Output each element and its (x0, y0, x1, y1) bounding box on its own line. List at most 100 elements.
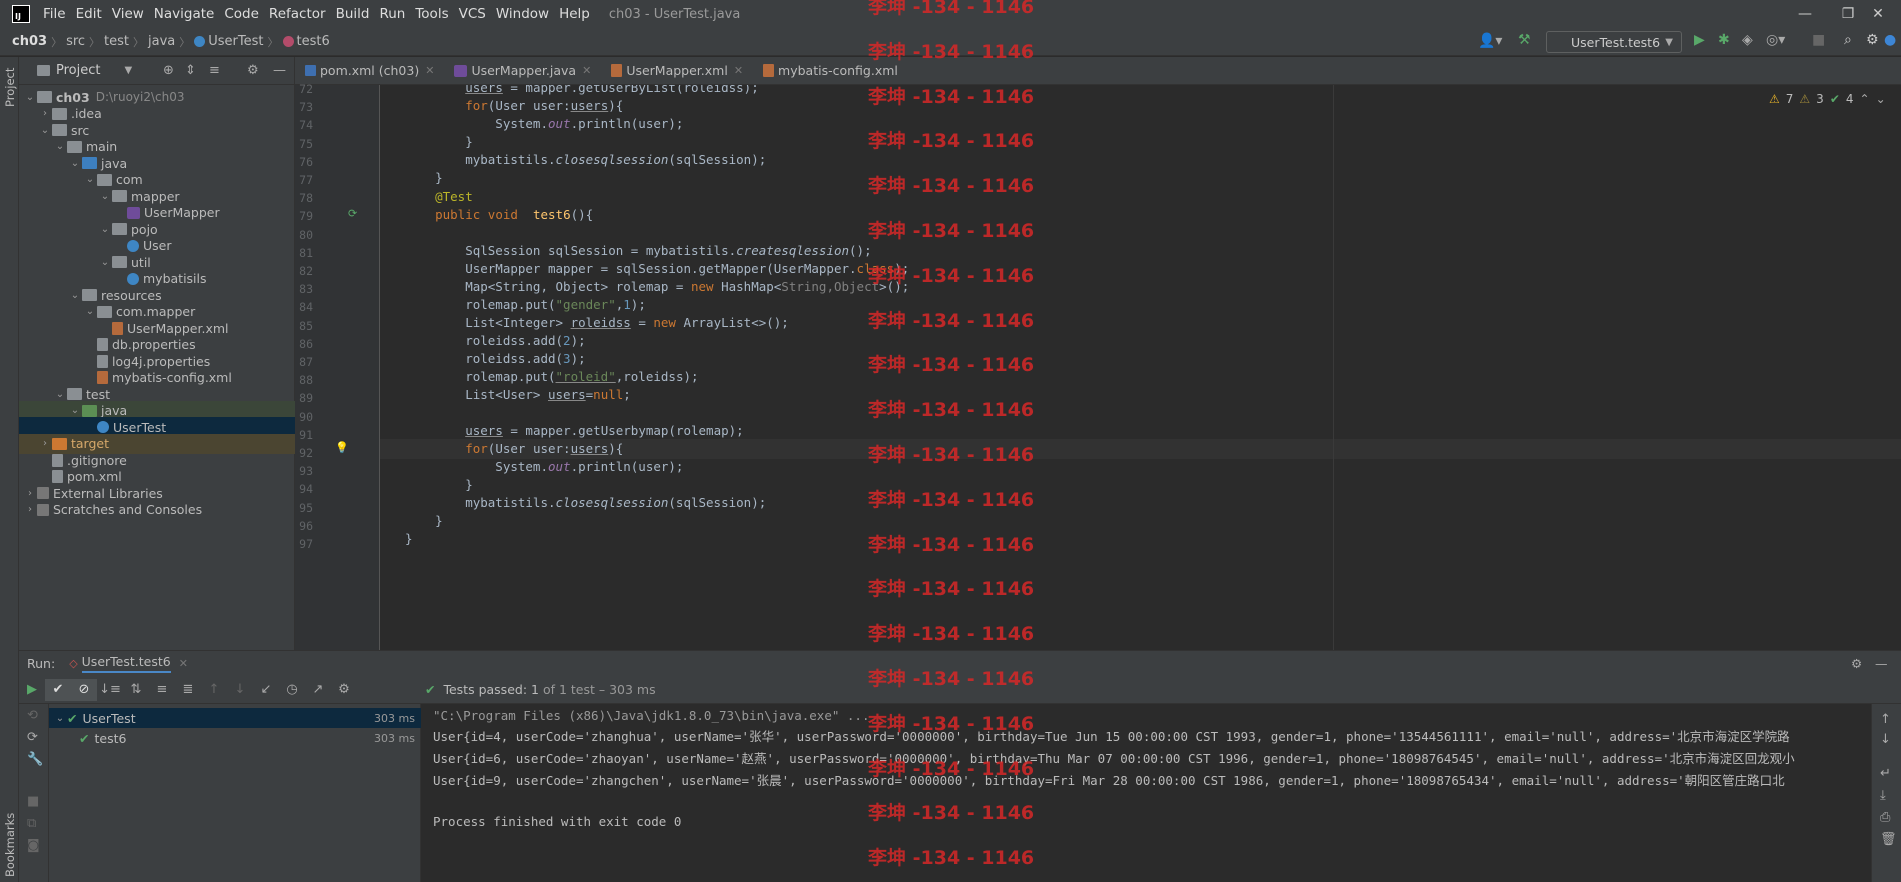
close-icon[interactable]: ✕ (1855, 0, 1901, 28)
show-ignored-icon[interactable]: ⊘ (71, 678, 97, 701)
chevron-down-icon[interactable]: ⌄ (98, 191, 112, 202)
run-icon[interactable]: ▶ (1694, 32, 1705, 48)
chevron-down-icon[interactable]: ⌄ (83, 306, 97, 317)
chevron-right-icon[interactable]: › (23, 488, 37, 499)
close-tab-icon[interactable]: ✕ (179, 657, 188, 670)
chevron-down-icon[interactable]: ⌄ (53, 389, 67, 400)
test-history-icon[interactable]: ◷ (279, 679, 305, 701)
chevron-down-icon[interactable]: ⌄ (23, 92, 37, 103)
close-tab-icon[interactable]: ✕ (734, 64, 743, 77)
menu-tools[interactable]: Tools (410, 6, 453, 22)
chevron-down-icon[interactable]: ⌄ (53, 713, 67, 724)
close-tab-icon[interactable]: ✕ (582, 64, 591, 77)
search-icon[interactable]: ⌕ (1844, 32, 1852, 48)
collapse-all-icon[interactable]: ≡ (209, 63, 220, 78)
rerun-icon[interactable]: ▶ (19, 679, 45, 701)
menu-build[interactable]: Build (331, 6, 375, 22)
menu-refactor[interactable]: Refactor (264, 6, 331, 22)
menu-window[interactable]: Window (491, 6, 554, 22)
stop-icon[interactable]: ■ (1812, 32, 1825, 48)
camera-icon[interactable]: ◙ (27, 838, 40, 853)
export-results-icon[interactable]: ↗ (305, 679, 331, 701)
import-tests-icon[interactable]: ↙ (253, 679, 279, 701)
bookmarks-tool-tab[interactable]: Bookmarks (3, 813, 17, 877)
settings-icon[interactable]: ⚙ (1866, 32, 1879, 48)
chevron-down-icon[interactable]: ⌄ (1876, 92, 1886, 106)
chevron-down-icon[interactable]: ⌄ (68, 405, 82, 416)
breadcrumb-test[interactable]: test (104, 34, 129, 49)
chevron-down-icon[interactable]: ⌄ (68, 290, 82, 301)
previous-failed-icon[interactable]: ↑ (201, 679, 227, 701)
gear-icon[interactable]: ⚙ (247, 63, 259, 78)
arrow-up-icon[interactable]: ↑ (1880, 712, 1891, 727)
breadcrumb-method[interactable]: test6 (297, 34, 330, 49)
tab-usermapper-java[interactable]: UserMapper.java ✕ (444, 57, 601, 85)
sort-duration-icon[interactable]: ⇅ (123, 679, 149, 701)
rerun-failed-icon[interactable]: ⟲ (27, 708, 38, 723)
menu-help[interactable]: Help (554, 6, 595, 22)
breadcrumb-class[interactable]: UserTest (208, 34, 263, 49)
stop-icon[interactable]: ■ (27, 794, 39, 809)
chevron-down-icon[interactable]: ⌄ (53, 141, 67, 152)
build-hammer-icon[interactable]: ⚒ (1518, 32, 1531, 48)
chevron-down-icon[interactable]: ⌄ (98, 224, 112, 235)
menu-file[interactable]: File (38, 6, 71, 22)
breadcrumb-java[interactable]: java (148, 34, 175, 49)
next-failed-icon[interactable]: ↓ (227, 679, 253, 701)
locate-icon[interactable]: ⊕ (163, 63, 174, 78)
run-configuration-select[interactable]: UserTest.test6 ▼ (1546, 31, 1682, 53)
chevron-right-icon[interactable]: › (38, 438, 52, 449)
chevron-down-icon[interactable]: ⌄ (38, 125, 52, 136)
code-editor[interactable]: users = mapper.getUserByList(roleidss); … (380, 85, 1901, 650)
trash-icon[interactable]: 🗑 (1880, 832, 1897, 847)
sort-alpha-icon[interactable]: ↓≡ (97, 679, 123, 701)
menu-navigate[interactable]: Navigate (149, 6, 220, 22)
run-tab[interactable]: UserTest.test6 (81, 654, 171, 673)
show-passed-icon[interactable]: ✔ (45, 678, 71, 701)
test-row-class[interactable]: ⌄ ✔ UserTest 303 ms (49, 708, 421, 728)
tree-item-scratches-and-consoles[interactable]: › Scratches and Consoles (19, 500, 295, 520)
dump-threads-icon[interactable]: ⧉ (27, 816, 36, 831)
collapse-all-icon[interactable]: ≣ (175, 679, 201, 701)
chevron-up-icon[interactable]: ⌃ (1860, 92, 1870, 106)
menu-run[interactable]: Run (374, 6, 410, 22)
hide-icon[interactable]: — (1875, 656, 1888, 671)
breadcrumb-src[interactable]: src (66, 34, 85, 49)
hide-icon[interactable]: — (273, 63, 286, 78)
test-row-method[interactable]: ✔ test6 303 ms (49, 728, 421, 748)
chevron-right-icon[interactable]: › (23, 504, 37, 515)
menu-code[interactable]: Code (219, 6, 264, 22)
coverage-icon[interactable]: ◈ (1742, 32, 1753, 48)
chevron-down-icon[interactable]: ▼ (124, 65, 132, 76)
soft-wrap-icon[interactable]: ↵ (1880, 766, 1891, 781)
scroll-to-end-icon[interactable]: ⤓ (1880, 788, 1886, 803)
user-account-icon[interactable]: 👤▾ (1478, 33, 1502, 49)
chevron-down-icon[interactable]: ⌄ (98, 257, 112, 268)
close-tab-icon[interactable]: ✕ (425, 64, 434, 77)
chevron-down-icon[interactable]: ⌄ (83, 174, 97, 185)
gear-icon[interactable]: ⚙ (331, 679, 357, 701)
profile-icon[interactable]: ◎▾ (1766, 32, 1785, 48)
expand-all-icon[interactable]: ⇕ (185, 63, 196, 78)
console-output[interactable]: "C:\Program Files (x86)\Java\jdk1.8.0_73… (421, 704, 1871, 882)
toggle-auto-test-icon[interactable]: ⟳ (27, 730, 38, 745)
tab-pom-xml[interactable]: pom.xml (ch03) ✕ (295, 57, 444, 85)
project-tool-tab[interactable]: Project (3, 68, 17, 107)
arrow-down-icon[interactable]: ↓ (1880, 732, 1891, 747)
project-panel-title[interactable]: Project (56, 63, 100, 78)
wrench-icon[interactable]: 🔧 (27, 752, 43, 767)
expand-all-icon[interactable]: ≡ (149, 679, 175, 701)
debug-icon[interactable]: ✱ (1718, 32, 1730, 48)
inspection-widget[interactable]: ⚠ 7 ⚠ 3 ✔ 4 ⌃ ⌄ (1769, 92, 1886, 106)
menu-vcs[interactable]: VCS (454, 6, 491, 22)
menu-edit[interactable]: Edit (71, 6, 107, 22)
chevron-right-icon[interactable]: › (38, 108, 52, 119)
tab-usermapper-xml[interactable]: UserMapper.xml ✕ (601, 57, 753, 85)
gear-icon[interactable]: ⚙ (1851, 656, 1862, 671)
ide-update-icon[interactable]: ● (1884, 32, 1896, 48)
minimize-icon[interactable]: — (1782, 0, 1828, 28)
run-test-gutter-icon[interactable]: ⟳ (348, 207, 357, 220)
print-icon[interactable]: ⎙ (1880, 810, 1890, 825)
chevron-down-icon[interactable]: ⌄ (68, 158, 82, 169)
menu-view[interactable]: View (107, 6, 149, 22)
